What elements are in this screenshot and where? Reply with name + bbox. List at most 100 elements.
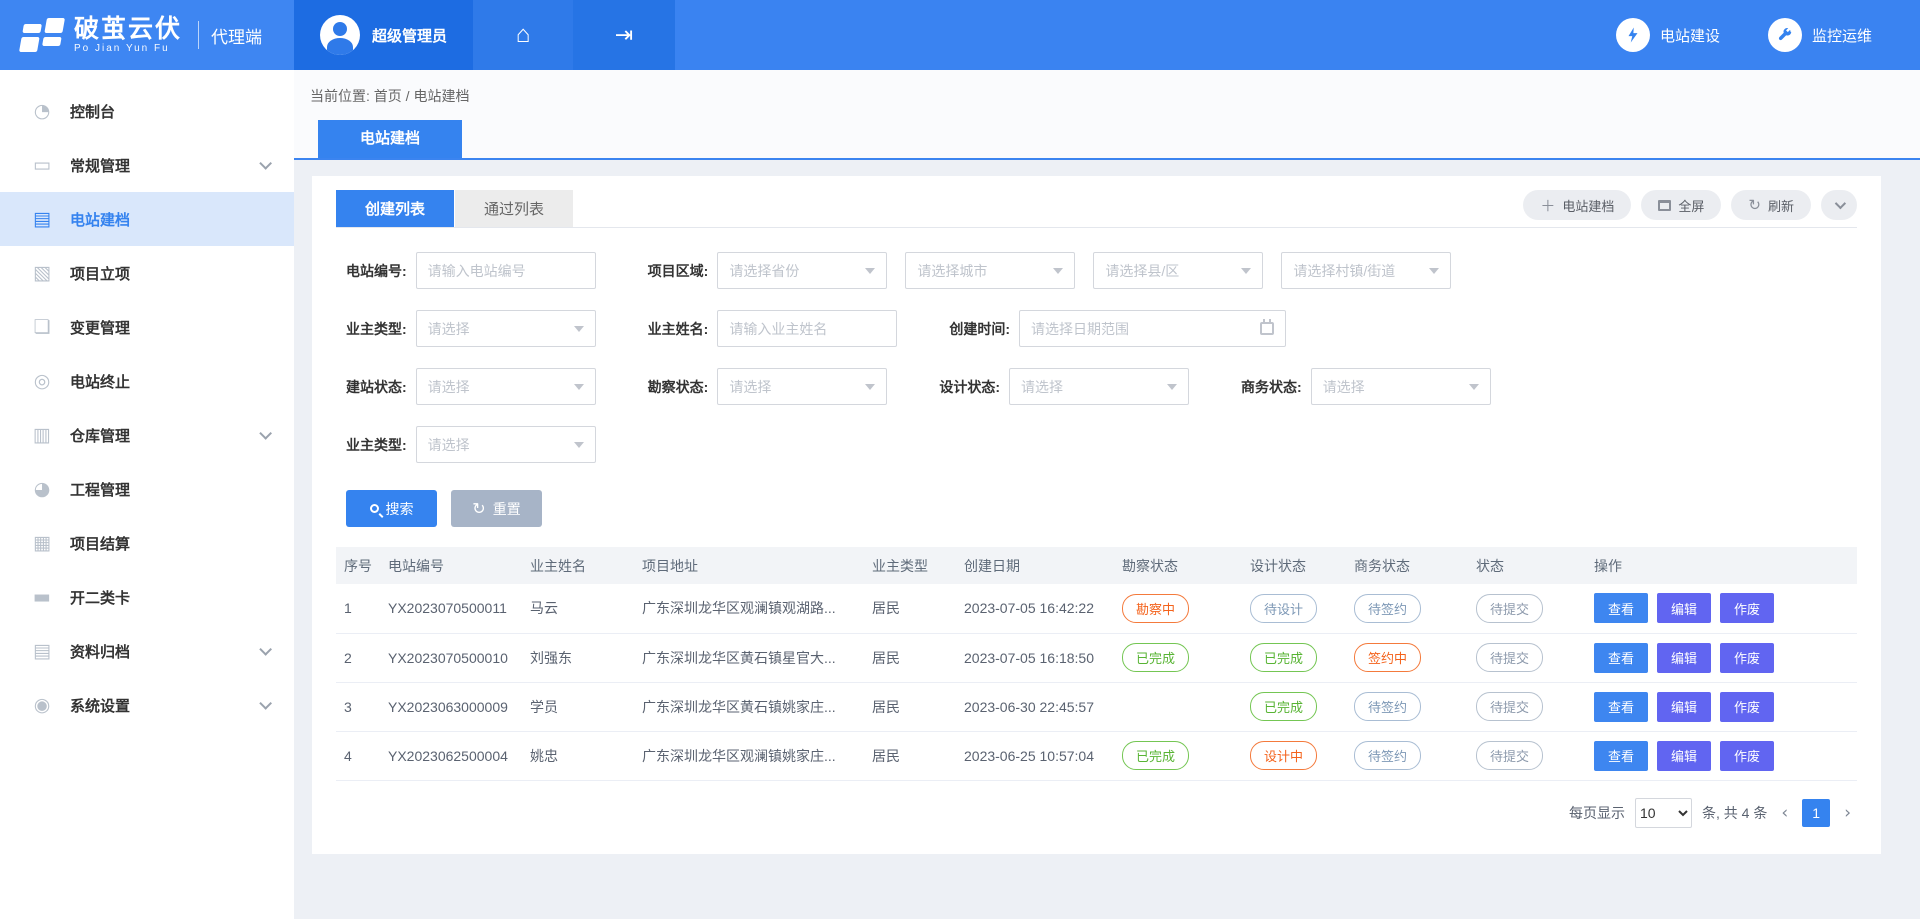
per-page-select[interactable]: 10	[1635, 798, 1692, 828]
province-select[interactable]: 请选择省份	[717, 252, 887, 289]
void-button[interactable]: 作废	[1720, 741, 1774, 771]
caret-down-icon	[574, 326, 584, 332]
topbar-right-nav: 电站建设 监控运维	[1616, 0, 1920, 70]
page-number-button[interactable]: 1	[1802, 799, 1830, 827]
nav-station-build[interactable]: 电站建设	[1616, 18, 1720, 52]
cell-address: 广东深圳龙华区观澜镇观湖路...	[634, 584, 864, 633]
status-badge: 签约中	[1354, 643, 1421, 672]
calendar-icon	[1260, 322, 1274, 335]
cell-owner: 姚忠	[522, 731, 634, 780]
home-button[interactable]: ⌂	[473, 0, 573, 70]
owner-name-input[interactable]: 请输入业主姓名	[717, 310, 897, 347]
add-station-button[interactable]: ＋ 电站建档	[1523, 190, 1631, 220]
sidebar-item-3[interactable]: ▧项目立项	[0, 246, 294, 300]
sidebar-item-label: 项目结算	[70, 533, 130, 554]
sidebar-item-5[interactable]: ◎电站终止	[0, 354, 294, 408]
breadcrumb-path[interactable]: 首页 / 电站建档	[374, 88, 470, 104]
owner-type-select[interactable]: 请选择	[416, 310, 596, 347]
divider	[198, 21, 199, 49]
build-status-select[interactable]: 请选择	[416, 368, 596, 405]
business-status-select[interactable]: 请选择	[1311, 368, 1491, 405]
tab-create-list[interactable]: 创建列表	[336, 190, 454, 227]
date-range-input[interactable]: 请选择日期范围	[1019, 310, 1286, 347]
sidebar-item-10[interactable]: ▤资料归档	[0, 624, 294, 678]
reset-button[interactable]: ↻ 重置	[451, 490, 542, 527]
sidebar-item-label: 常规管理	[70, 155, 130, 176]
cell-address: 广东深圳龙华区观澜镇姚家庄...	[634, 731, 864, 780]
logo: 破茧云伏 Po Jian Yun Fu 代理端	[0, 0, 294, 70]
station-code-input[interactable]: 请输入电站编号	[416, 252, 596, 289]
chevron-down-icon	[259, 427, 272, 440]
edit-button[interactable]: 编辑	[1657, 593, 1711, 623]
cell-seq: 2	[336, 633, 380, 682]
edit-button[interactable]: 编辑	[1657, 692, 1711, 722]
avatar[interactable]	[320, 15, 360, 55]
filter-actions: 搜索 ↻ 重置	[346, 490, 1857, 527]
tab-passed-list[interactable]: 通过列表	[455, 190, 573, 227]
nav-label: 电站建设	[1660, 25, 1720, 46]
void-button[interactable]: 作废	[1720, 593, 1774, 623]
nav-monitor-ops[interactable]: 监控运维	[1768, 18, 1872, 52]
design-status-select[interactable]: 请选择	[1009, 368, 1189, 405]
fullscreen-icon	[1658, 200, 1671, 211]
status-badge: 待提交	[1476, 692, 1543, 721]
filter-label: 业主姓名:	[648, 319, 709, 339]
edit-button[interactable]: 编辑	[1657, 643, 1711, 673]
user-menu[interactable]: 超级管理员	[294, 0, 473, 70]
filter-label: 勘察状态:	[648, 377, 709, 397]
plus-icon: ＋	[1540, 195, 1555, 216]
collapse-button[interactable]	[1821, 190, 1857, 220]
filter-label: 创建时间:	[949, 319, 1010, 339]
chevron-left-icon[interactable]: ‹	[1777, 803, 1792, 823]
home-icon: ⌂	[516, 21, 531, 49]
survey-status-select[interactable]: 请选择	[717, 368, 887, 405]
sidebar-item-6[interactable]: ▥仓库管理	[0, 408, 294, 462]
cell-seq: 1	[336, 584, 380, 633]
column-header: 状态	[1468, 547, 1586, 584]
void-button[interactable]: 作废	[1720, 643, 1774, 673]
column-header: 创建日期	[956, 547, 1114, 584]
view-button[interactable]: 查看	[1594, 741, 1648, 771]
fullscreen-button[interactable]: 全屏	[1641, 190, 1721, 220]
cell-owner: 刘强东	[522, 633, 634, 682]
logout-button[interactable]: ⇥	[573, 0, 675, 70]
county-select[interactable]: 请选择县/区	[1093, 252, 1263, 289]
sidebar-item-4[interactable]: ❏变更管理	[0, 300, 294, 354]
logout-icon: ⇥	[615, 22, 633, 48]
column-header: 业主类型	[864, 547, 956, 584]
sidebar-item-7[interactable]: ◕工程管理	[0, 462, 294, 516]
edit-button[interactable]: 编辑	[1657, 741, 1711, 771]
portal-label: 代理端	[211, 23, 262, 48]
archive-icon: ▤	[30, 640, 54, 662]
sidebar-item-9[interactable]: ▬开二类卡	[0, 570, 294, 624]
sidebar-item-1[interactable]: ▭常规管理	[0, 138, 294, 192]
view-button[interactable]: 查看	[1594, 643, 1648, 673]
sidebar-item-label: 电站建档	[70, 209, 130, 230]
city-select[interactable]: 请选择城市	[905, 252, 1075, 289]
owner-type-select-2[interactable]: 请选择	[416, 426, 596, 463]
filter-group: 业主姓名: 请输入业主姓名	[648, 310, 898, 347]
card-icon: ▬	[30, 586, 54, 608]
status-badge: 待签约	[1354, 741, 1421, 770]
filter-group: 设计状态: 请选择	[939, 368, 1189, 405]
refresh-button[interactable]: ↻ 刷新	[1731, 190, 1811, 220]
sidebar-item-11[interactable]: ◉系统设置	[0, 678, 294, 732]
page-header: 当前位置: 首页 / 电站建档 电站建档	[294, 70, 1920, 160]
status-badge: 已完成	[1250, 643, 1317, 672]
sidebar-item-2[interactable]: ▤电站建档	[0, 192, 294, 246]
sidebar-item-8[interactable]: ▦项目结算	[0, 516, 294, 570]
void-button[interactable]: 作废	[1720, 692, 1774, 722]
cell-address: 广东深圳龙华区黄石镇星官大...	[634, 633, 864, 682]
town-select[interactable]: 请选择村镇/街道	[1281, 252, 1451, 289]
cell-code: YX2023070500011	[380, 584, 522, 633]
filter-label: 设计状态:	[939, 377, 1000, 397]
search-button[interactable]: 搜索	[346, 490, 437, 527]
sidebar-item-0[interactable]: ◔控制台	[0, 84, 294, 138]
placeholder-text: 请输入业主姓名	[729, 319, 827, 339]
view-button[interactable]: 查看	[1594, 593, 1648, 623]
warehouse-icon: ▥	[30, 424, 54, 446]
cell-actions: 查看编辑作废	[1586, 682, 1857, 731]
page-tab-station-archive[interactable]: 电站建档	[318, 120, 462, 158]
chevron-right-icon[interactable]: ›	[1840, 803, 1855, 823]
view-button[interactable]: 查看	[1594, 692, 1648, 722]
